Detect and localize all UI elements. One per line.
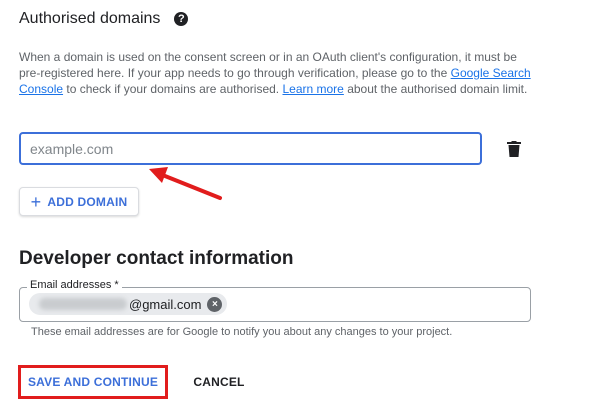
authorised-domains-title: Authorised domains ? <box>19 10 189 28</box>
description-part-3: about the authorised domain limit. <box>343 82 528 96</box>
plus-icon: + <box>30 191 42 212</box>
save-and-continue-label: SAVE AND CONTINUE <box>27 375 159 389</box>
help-icon[interactable]: ? <box>174 12 189 26</box>
email-chip[interactable]: @gmail.com × <box>29 293 228 315</box>
annotation-arrow-icon <box>149 167 222 200</box>
trash-icon[interactable] <box>507 141 521 157</box>
description-part-2: to check if your domains are authorised. <box>63 82 283 96</box>
authorised-domains-description: When a domain is used on the consent scr… <box>19 49 539 97</box>
developer-contact-title: Developer contact information <box>19 248 294 269</box>
cancel-button[interactable]: CANCEL <box>190 365 248 399</box>
section-title-text: Authorised domains <box>19 10 161 27</box>
redacted-email-prefix <box>39 298 127 310</box>
learn-more-link[interactable]: Learn more <box>282 82 343 96</box>
add-domain-label: ADD DOMAIN <box>47 194 128 209</box>
save-and-continue-button[interactable]: SAVE AND CONTINUE <box>18 365 168 399</box>
close-circle-icon[interactable]: × <box>207 296 223 312</box>
authorised-domain-input[interactable] <box>19 132 482 165</box>
description-part-1: When a domain is used on the consent scr… <box>19 50 517 80</box>
email-chip-suffix: @gmail.com <box>129 296 202 312</box>
add-domain-button[interactable]: + ADD DOMAIN <box>19 187 139 216</box>
cancel-label: CANCEL <box>193 375 245 389</box>
email-addresses-label: Email addresses * <box>27 279 122 291</box>
email-helper-text: These email addresses are for Google to … <box>31 326 453 338</box>
